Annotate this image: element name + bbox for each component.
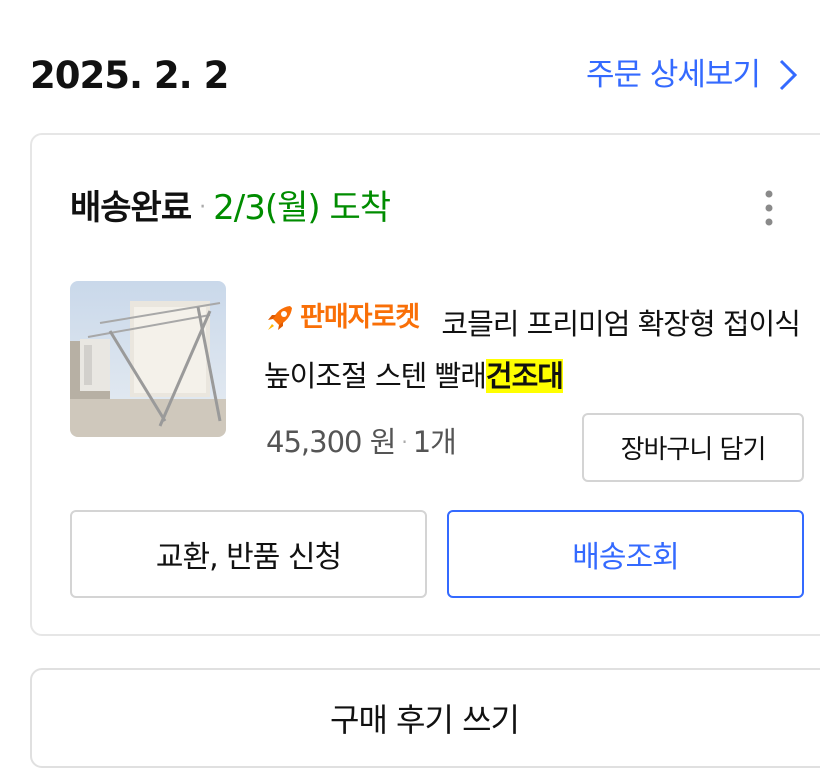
order-detail-label: 주문 상세보기 <box>586 57 761 93</box>
more-vertical-icon[interactable] <box>756 188 782 228</box>
rocket-badge-label: 판매자로켓 <box>300 302 420 333</box>
price-row: 45,300 원 · 1개 <box>266 420 457 464</box>
separator-dot: · <box>199 195 206 220</box>
write-review-button[interactable]: 구매 후기 쓰기 <box>30 668 820 768</box>
separator-dot: · <box>401 430 407 454</box>
chevron-right-icon <box>779 59 798 91</box>
product-price: 45,300 원 <box>266 425 396 459</box>
order-detail-link[interactable]: 주문 상세보기 <box>586 54 798 96</box>
delivery-status-row: 배송완료 · 2/3(월) 도착 <box>70 184 391 232</box>
drying-rack-image <box>70 281 226 437</box>
rocket-icon <box>268 306 292 330</box>
product-quantity: 1개 <box>412 425 457 459</box>
add-to-cart-button[interactable]: 장바구니 담기 <box>582 413 804 482</box>
order-date: 2025. 2. 2 <box>30 54 229 97</box>
delivery-status: 배송완료 <box>70 188 192 228</box>
exchange-return-button[interactable]: 교환, 반품 신청 <box>70 510 427 598</box>
product-title[interactable]: 판매자로켓 코믈리 프리미엄 확장형 접이식 높이조절 스텐 빨래건조대 <box>264 292 814 402</box>
arrival-date: 2/3(월) 도착 <box>213 188 391 228</box>
product-name-highlight: 건조대 <box>485 359 564 393</box>
product-image[interactable] <box>70 281 226 437</box>
track-delivery-button[interactable]: 배송조회 <box>447 510 804 598</box>
rocket-badge: 판매자로켓 <box>264 292 420 344</box>
